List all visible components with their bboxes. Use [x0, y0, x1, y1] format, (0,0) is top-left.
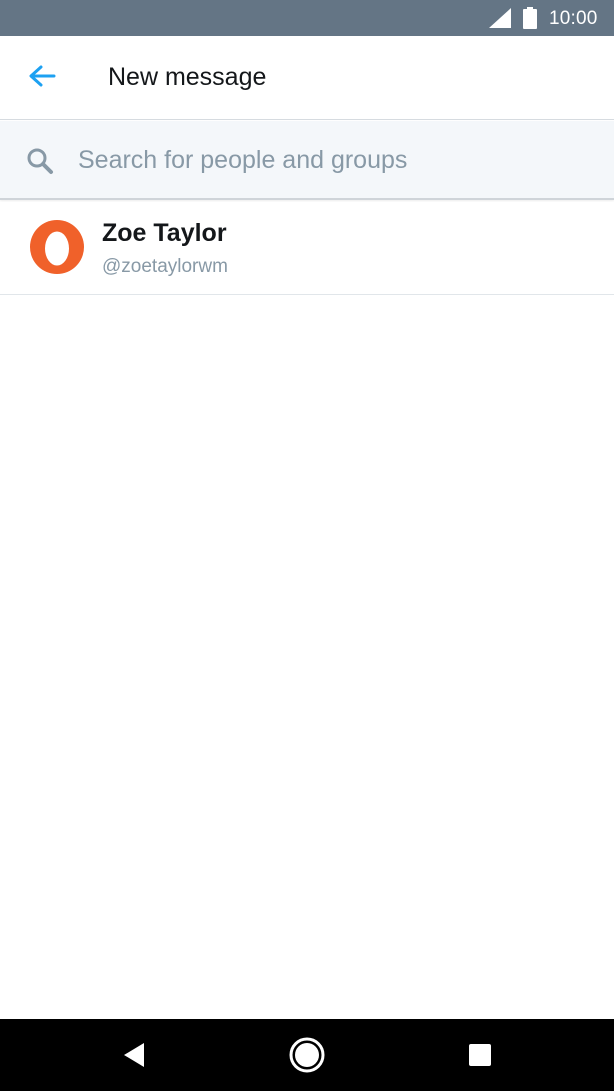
status-time: 10:00	[549, 8, 598, 29]
page-title: New message	[108, 63, 267, 91]
battery-icon	[523, 7, 537, 34]
back-arrow-icon	[28, 64, 56, 93]
nav-back-icon[interactable]	[120, 1035, 148, 1080]
status-bar: 10:00	[0, 0, 614, 36]
nav-home-icon[interactable]	[287, 1035, 327, 1080]
search-bar	[0, 121, 614, 200]
app-bar: New message	[0, 36, 614, 120]
avatar	[30, 220, 84, 274]
search-input[interactable]	[78, 139, 588, 181]
contact-name: Zoe Taylor	[102, 219, 227, 247]
system-nav-bar	[0, 1019, 614, 1091]
signal-icon	[489, 8, 511, 33]
list-item[interactable]: Zoe Taylor @zoetaylorwm	[0, 202, 614, 295]
contact-handle: @zoetaylorwm	[102, 256, 228, 277]
search-icon	[26, 147, 54, 180]
back-button[interactable]	[22, 60, 62, 96]
nav-recents-icon[interactable]	[465, 1035, 495, 1080]
